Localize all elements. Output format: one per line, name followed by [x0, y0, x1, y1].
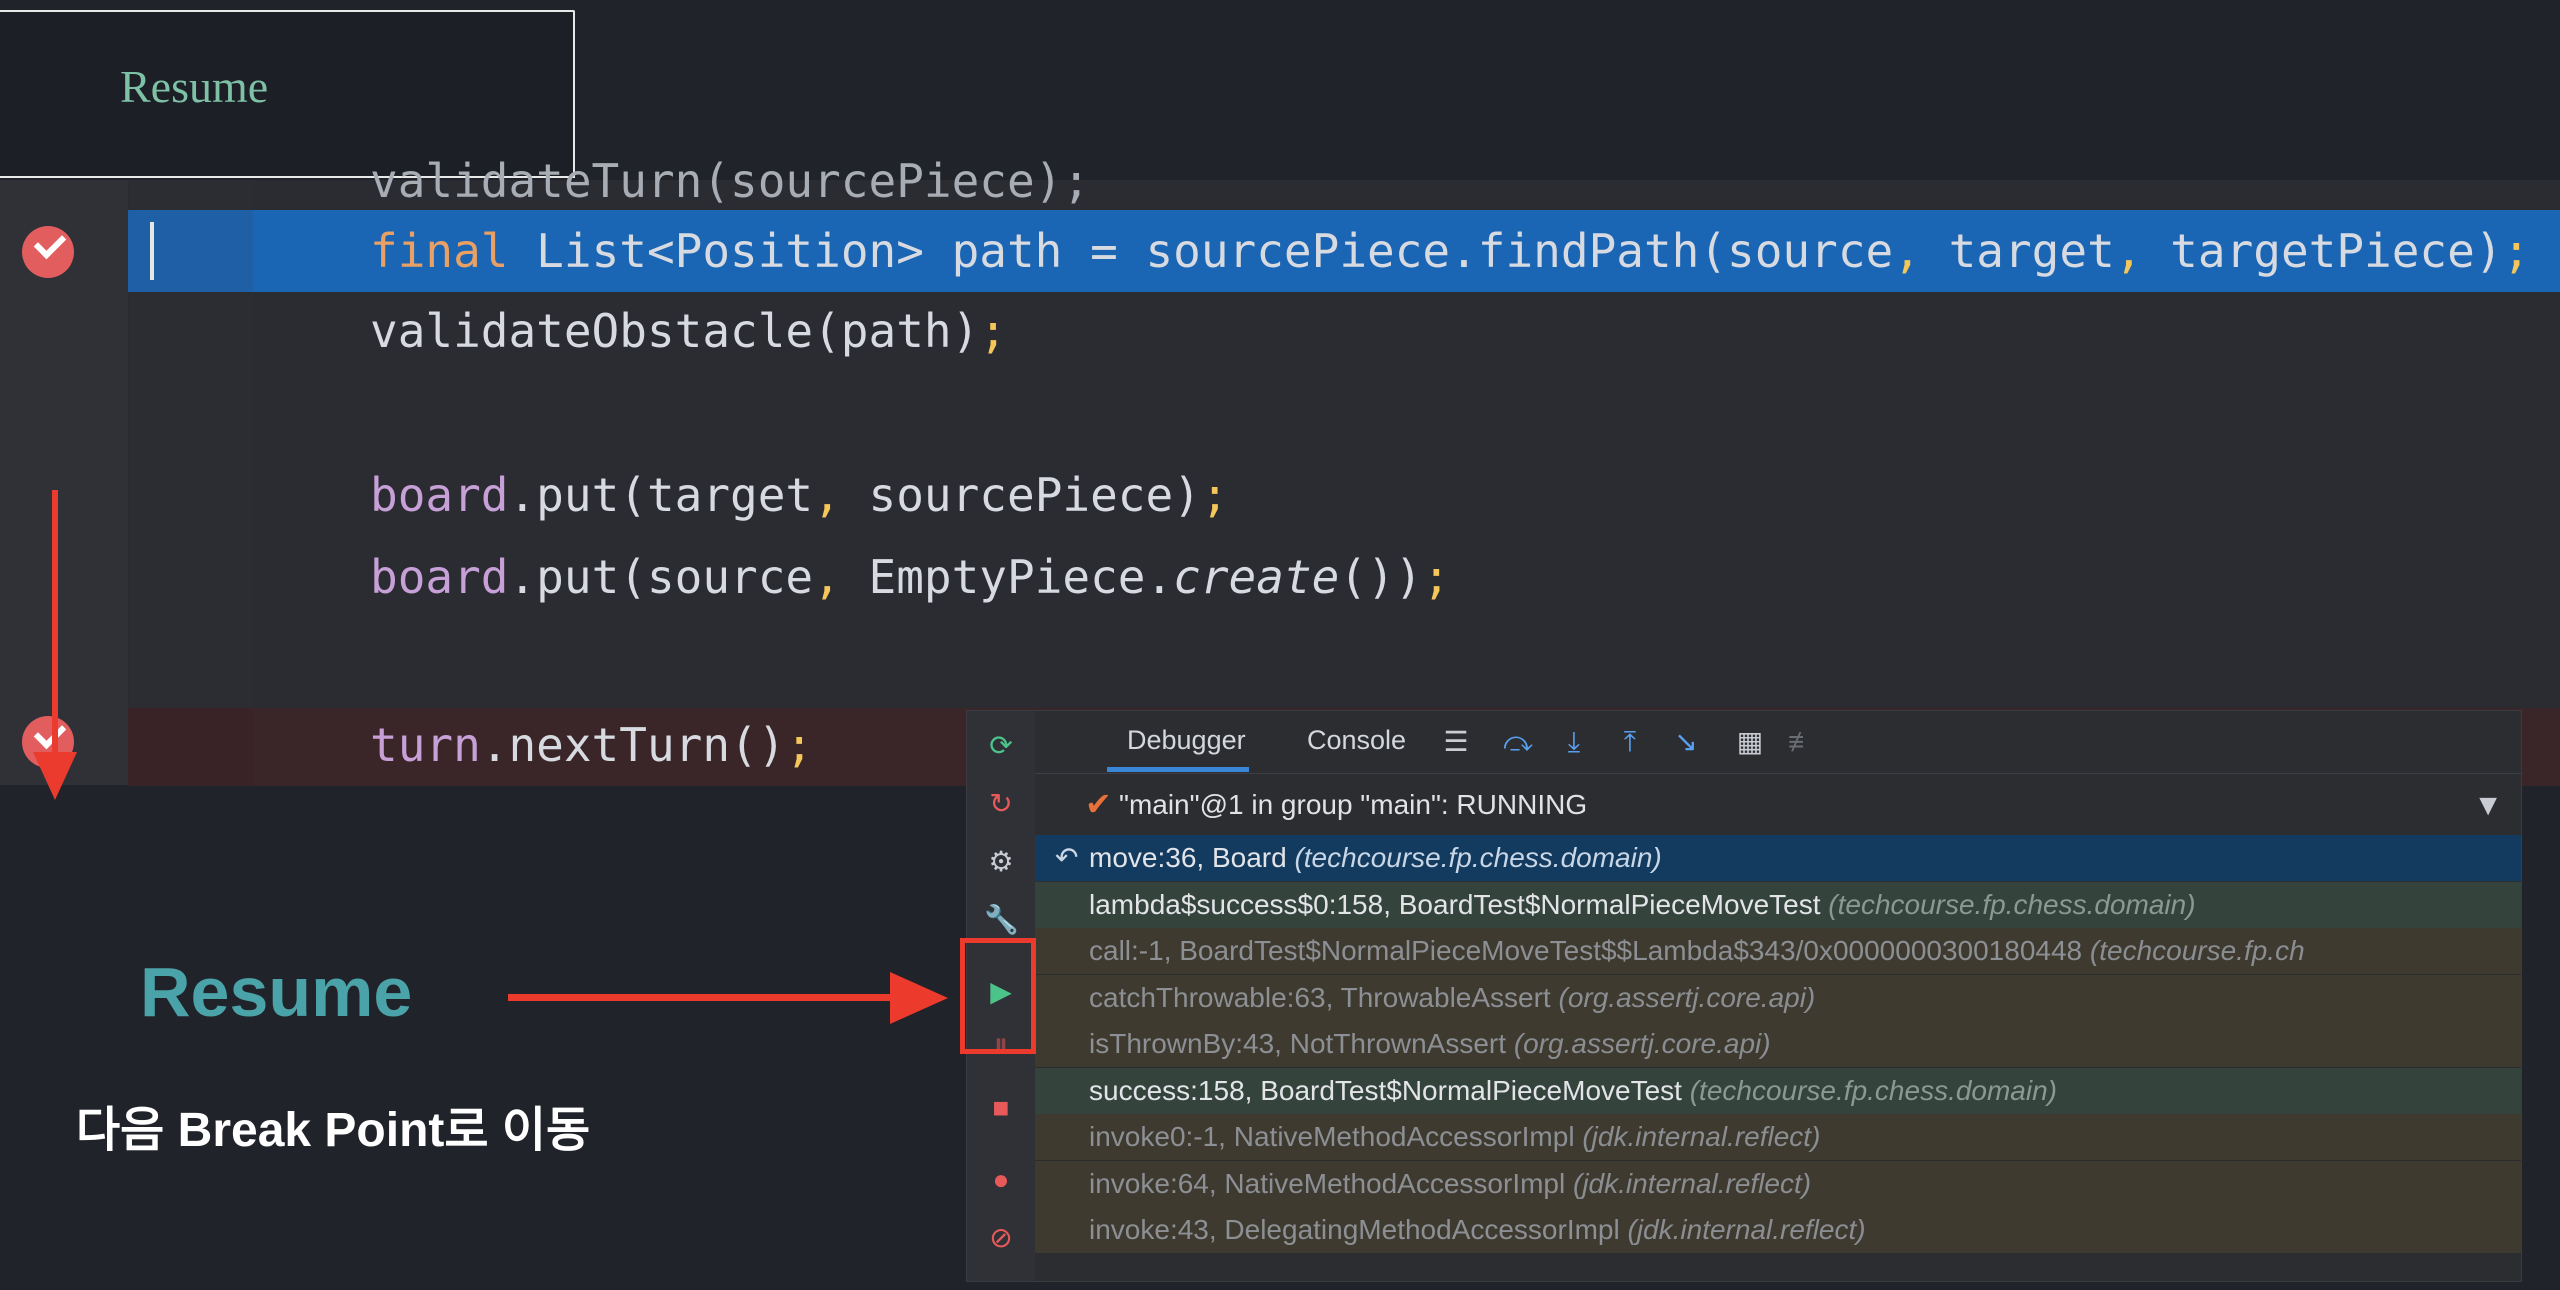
restore-layout-icon[interactable]: ⚙	[984, 845, 1018, 879]
annotation-arrow-right	[508, 994, 898, 1001]
resume-highlight-box	[960, 938, 1036, 1054]
stack-frame-row[interactable]: lambda$success$0:158, BoardTest$NormalPi…	[1035, 881, 2521, 928]
rerun-icon[interactable]: ⟳	[984, 729, 1018, 763]
run-to-cursor-icon[interactable]: ↘	[1669, 725, 1703, 759]
stack-frame-name: invoke0:-1, NativeMethodAccessorImpl	[1089, 1121, 1583, 1152]
stack-frame-package: (jdk.internal.reflect)	[1627, 1214, 1866, 1245]
code-token: ;	[2502, 224, 2531, 278]
stack-frame-name: isThrownBy:43, NotThrownAssert	[1089, 1028, 1514, 1059]
annotation-description: 다음 Break Point로 이동	[76, 1104, 591, 1157]
thread-row[interactable]: ✔ "main"@1 in group "main": RUNNING ▼	[1035, 775, 2521, 835]
annotation-arrow-down	[52, 490, 58, 760]
stack-frame-name: invoke:64, NativeMethodAccessorImpl	[1089, 1167, 1573, 1199]
code-token: ())	[1339, 550, 1423, 604]
view-breakpoints-icon[interactable]: ●	[984, 1163, 1018, 1197]
code-token: turn	[370, 718, 481, 772]
stop-icon[interactable]: ■	[984, 1091, 1018, 1125]
tab-console[interactable]: Console	[1307, 725, 1406, 756]
debugger-panel: ⟳ ↻ ⚙ 🔧 ▶ ⏸ ■ ● ⊘ Debugger Console ☰ ⤼ ⤓…	[966, 710, 2522, 1282]
stack-frame-package: (techcourse.fp.chess.domain)	[1689, 1074, 2057, 1106]
stack-frame-row[interactable]: call:-1, BoardTest$NormalPieceMoveTest$$…	[1035, 928, 2521, 974]
code-line-2[interactable]: validateObstacle(path);	[370, 296, 1007, 366]
rerun-failed-icon[interactable]: ↻	[984, 787, 1018, 821]
code-token: ;	[785, 718, 814, 772]
code-token: .put(target	[508, 468, 814, 522]
breakpoint-icon[interactable]	[22, 226, 74, 278]
code-token: ,	[1893, 224, 1921, 278]
annotation-title: Resume	[140, 953, 413, 1031]
stack-frame-name: invoke:43, DelegatingMethodAccessorImpl	[1089, 1214, 1628, 1245]
menu-icon[interactable]: ☰	[1439, 725, 1473, 759]
check-icon: ✔	[1085, 786, 1112, 822]
stack-frame-name: move:36, Board	[1089, 842, 1295, 873]
code-token: final	[370, 224, 509, 278]
code-token: ,	[813, 550, 841, 604]
tab-debugger-underline	[1107, 767, 1249, 772]
debugger-tabs: Debugger Console ☰ ⤼ ⤓ ⤒ ↘ ▦ ≢	[1035, 711, 2521, 774]
code-line-1[interactable]: final List<Position> path = sourcePiece.…	[370, 216, 2530, 286]
code-token: target	[1920, 224, 2115, 278]
thread-status: "main"@1 in group "main": RUNNING	[1119, 789, 1588, 820]
stack-frame-row[interactable]: invoke:64, NativeMethodAccessorImpl (jdk…	[1035, 1160, 2521, 1207]
stack-frame-package: (jdk.internal.reflect)	[1573, 1167, 1812, 1199]
tab-debugger[interactable]: Debugger	[1127, 725, 1246, 756]
trace-icon[interactable]: ≢	[1785, 725, 1819, 759]
stack-frame-package: (techcourse.fp.chess.domain)	[1294, 842, 1662, 873]
step-into-icon[interactable]: ⤓	[1557, 725, 1591, 759]
stack-frame-row[interactable]: invoke:43, DelegatingMethodAccessorImpl …	[1035, 1207, 2521, 1253]
stack-frame-name: lambda$success$0:158, BoardTest$NormalPi…	[1089, 888, 1829, 920]
step-over-icon[interactable]: ⤼	[1501, 725, 1535, 759]
stack-frame-package: (techcourse.fp.ch	[2089, 935, 2305, 966]
code-line-0[interactable]: validateTurn(sourcePiece);	[370, 146, 1090, 216]
stack-frame-package: (org.assertj.core.api)	[1513, 1028, 1771, 1059]
code-token: ,	[2114, 224, 2143, 278]
stack-frame-name: call:-1, BoardTest$NormalPieceMoveTest$$…	[1089, 935, 2090, 966]
stack-frame-row[interactable]: isThrownBy:43, NotThrownAssert (org.asse…	[1035, 1021, 2521, 1067]
code-token: EmptyPiece.	[840, 550, 1174, 604]
stack-frame-package: (techcourse.fp.chess.domain)	[1828, 888, 2196, 920]
stack-frame-name: success:158, BoardTest$NormalPieceMoveTe…	[1089, 1074, 1690, 1106]
code-token: create	[1173, 550, 1340, 604]
annotation-arrow-right-head	[890, 972, 948, 1024]
code-editor[interactable]: validateTurn(sourcePiece); final List<Po…	[0, 154, 2560, 800]
code-token: .nextTurn()	[480, 718, 786, 772]
filter-icon[interactable]: ▼	[2473, 789, 2503, 823]
code-token: targetPiece)	[2142, 224, 2503, 278]
code-line-7[interactable]: turn.nextTurn();	[370, 710, 813, 780]
stack-frame-row[interactable]: ↶ move:36, Board (techcourse.fp.chess.dom…	[1035, 835, 2521, 881]
return-icon: ↶	[1055, 842, 1079, 873]
code-token: ;	[979, 304, 1007, 358]
title-card-text: Resume	[120, 61, 269, 112]
stack-frame-row[interactable]: invoke0:-1, NativeMethodAccessorImpl (jd…	[1035, 1114, 2521, 1160]
stack-frame-package: (org.assertj.core.api)	[1558, 981, 1816, 1013]
annotation-arrow-down-head	[33, 752, 77, 800]
code-token: ;	[1200, 468, 1229, 522]
evaluate-expression-icon[interactable]: ▦	[1733, 725, 1767, 759]
caret	[150, 222, 154, 280]
stack-frame-row[interactable]: catchThrowable:63, ThrowableAssert (org.…	[1035, 974, 2521, 1021]
code-token: ,	[813, 468, 841, 522]
code-token: List<Position> path = sourcePiece.findPa…	[508, 224, 1894, 278]
code-token: sourcePiece)	[840, 468, 1201, 522]
code-token: board	[370, 550, 509, 604]
stack-frame-row[interactable]: success:158, BoardTest$NormalPieceMoveTe…	[1035, 1067, 2521, 1114]
code-line-5[interactable]: board.put(source, EmptyPiece.create());	[370, 542, 1450, 612]
code-token: board	[370, 468, 509, 522]
step-out-icon[interactable]: ⤒	[1613, 725, 1647, 759]
code-token: .put(source	[508, 550, 814, 604]
code-token: ;	[1422, 550, 1451, 604]
settings-wrench-icon[interactable]: 🔧	[984, 903, 1019, 937]
mute-breakpoints-icon[interactable]: ⊘	[984, 1221, 1018, 1255]
code-token: validateObstacle(path)	[370, 304, 980, 358]
stack-frame-package: (jdk.internal.reflect)	[1582, 1121, 1821, 1152]
stack-frame-name: catchThrowable:63, ThrowableAssert	[1089, 981, 1559, 1013]
code-line-4[interactable]: board.put(target, sourcePiece);	[370, 460, 1229, 530]
